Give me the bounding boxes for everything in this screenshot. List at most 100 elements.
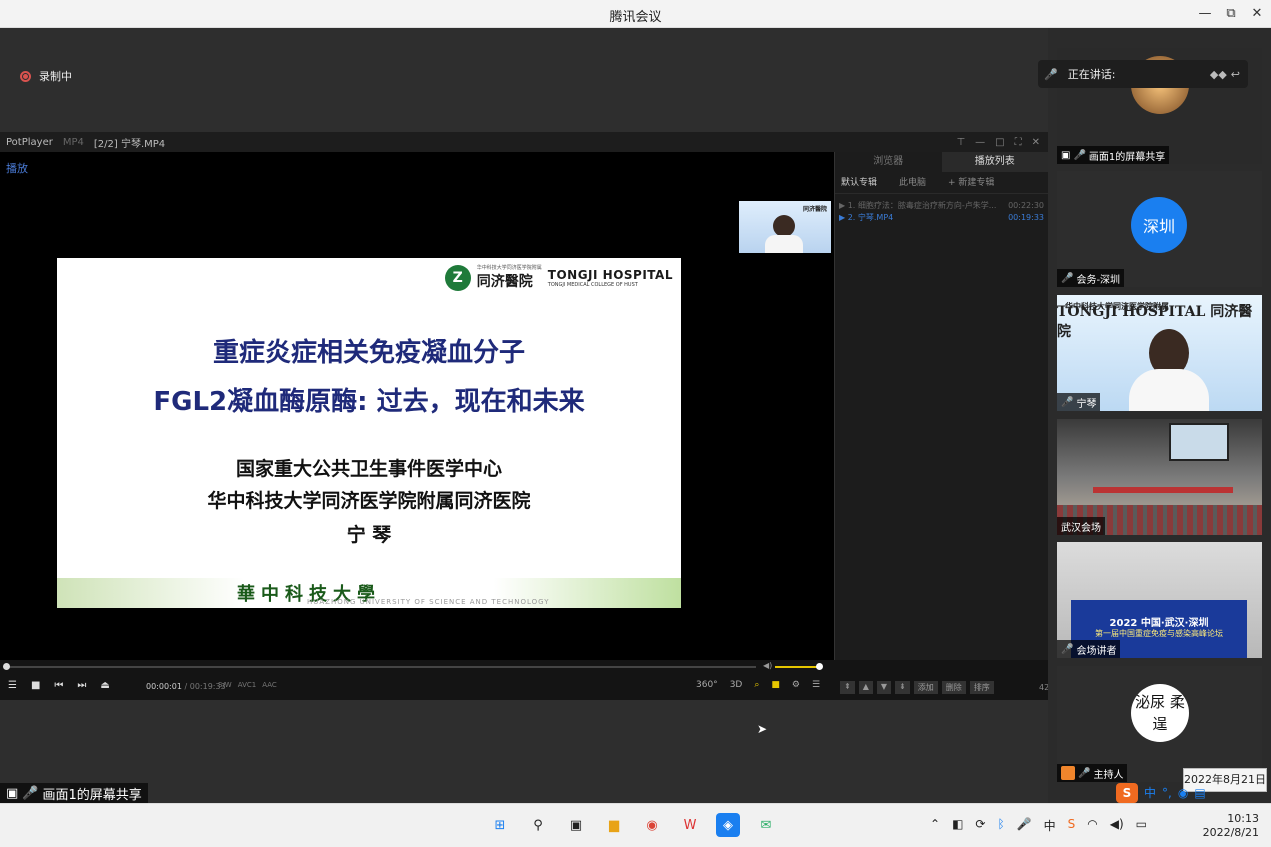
play-icon: ▶ [839,213,848,222]
hospital-sub: TONGJI MEDICAL COLLEGE OF HUST [547,281,638,288]
playlist-item[interactable]: ▶ 1. 细胞疗法：脓毒症治疗新方向-卢朱学... 00:22:30 [835,200,1048,212]
playlist-toggle-icon[interactable]: ☰ [812,680,820,690]
mic-icon: 🎤 [1061,643,1074,655]
participant-tile[interactable]: 深圳 🎤 会务-深圳 [1057,171,1262,287]
potplayer-menu[interactable]: PotPlayer [6,137,53,148]
playlist-item[interactable]: ▶ 2. 宁琴.MP4 00:19:33 [835,212,1048,224]
potplayer-window-controls[interactable]: ⊤ — □ ⛶ ✕ [956,137,1048,148]
speaker-body [765,235,803,253]
participant-tile[interactable]: 华中科技大学同济医学院附属 TONGJI HOSPITAL 同济醫院 🎤 宁琴 [1057,295,1262,411]
minimize-icon[interactable]: — [975,137,985,148]
speaker-pip-video[interactable]: 同济醫院 [739,201,831,253]
playlist-controls: ⇞ ▲ ▼ ⇟ 添加 删除 排序 42:11 [840,681,1062,694]
move-top-icon[interactable]: ⇞ [840,681,855,694]
participant-tile[interactable]: 武汉会场 [1057,419,1262,535]
previous-icon[interactable]: ⏮ [54,680,63,691]
settings-icon[interactable]: ⚙ [792,680,800,690]
venue-banner [1093,487,1233,493]
participant-tile[interactable]: 泌尿 柔逞 🎤 主持人 [1057,666,1262,782]
task-view-icon[interactable]: ▣ [564,813,588,837]
stop-icon[interactable]: ■ [31,680,40,691]
delete-button[interactable]: 删除 [941,681,966,694]
tray-app-icon[interactable]: ◧ [952,817,963,834]
potplayer-file: [2/2] 宁琴.MP4 [93,138,166,150]
person-icon [1061,766,1075,780]
potplayer-titlebar: PotPlayer MP4 [2/2] 宁琴.MP4 ⊤ — □ ⛶ ✕ [0,132,1048,152]
pin-icon[interactable]: ⊤ [956,137,965,148]
time-current: 00:00:01 [146,682,182,691]
sogou-icon[interactable]: S [1116,782,1138,803]
capture-icon[interactable]: ■ [771,680,780,690]
venue-screen [1169,423,1229,461]
mic-icon[interactable]: ◉ [1178,786,1188,800]
3d-button[interactable]: 3D [730,680,743,690]
restore-button[interactable]: ⧉ [1220,4,1242,24]
tab-playlist[interactable]: 播放列表 [941,152,1048,172]
move-bottom-icon[interactable]: ⇟ [895,681,910,694]
wps-icon[interactable]: W [678,813,702,837]
volume-icon[interactable]: ◀) [763,661,772,670]
minimize-button[interactable]: — [1194,4,1216,24]
volume-slider[interactable] [775,663,823,670]
maximize-icon[interactable]: □ [995,137,1004,148]
codec-video[interactable]: AVC1 [238,681,256,689]
move-down-icon[interactable]: ▼ [876,681,892,694]
sync-icon[interactable]: ⟳ [975,817,985,834]
taskbar: ⊞ ⚲ ▣ ▆ ◉ W ◈ ✉ ⌃ ◧ ⟳ ᛒ 🎤 中 S ◠ ◀) ▭ 10:… [0,803,1271,847]
tencent-meeting-icon[interactable]: ◈ [716,813,740,837]
speaking-label: 正在讲话: [1067,68,1116,81]
playlist-item-duration: 00:22:30 [1008,201,1044,210]
close-icon[interactable]: ✕ [1032,137,1040,148]
eject-icon[interactable]: ⏏ [100,680,109,691]
sort-button[interactable]: 排序 [969,681,994,694]
subtab-new-album[interactable]: + 新建专辑 [948,172,994,193]
pip-logo-text: 同济醫院 [802,206,827,213]
codec-hw[interactable]: S/W [218,681,232,689]
search-icon[interactable]: ⌕ [754,680,759,690]
vr360-button[interactable]: 360° [696,680,718,690]
recording-label: 录制中 [39,70,72,83]
subtab-this-pc[interactable]: 此电脑 [899,172,926,193]
fullscreen-icon[interactable]: ⛶ [1015,137,1022,148]
move-up-icon[interactable]: ▲ [858,681,873,694]
volume-icon[interactable]: ◀) [1110,817,1124,834]
participant-tile[interactable]: 2022 中国·武汉·深圳 第一届中国重症免疫与感染高峰论坛 🎤 会场讲者 [1057,542,1262,658]
ime-toolbar[interactable]: S 中 °, ◉ ▤ [1116,782,1206,803]
slide-title-1: 重症炎症相关免疫凝血分子 [212,338,525,368]
bluetooth-icon[interactable]: ᛒ [997,817,1004,834]
participant-name: 武汉会场 [1061,522,1101,534]
start-icon[interactable]: ⊞ [488,813,512,837]
screen-share-label: ▣ 🎤 画面1的屏幕共享 [0,783,148,803]
seek-bar[interactable] [3,663,756,670]
participant-name: 会务-深圳 [1076,274,1121,286]
subtab-default-album[interactable]: 默认专辑 [841,172,877,193]
file-explorer-icon[interactable]: ▆ [602,813,626,837]
keyboard-icon[interactable]: ▤ [1194,786,1205,800]
slide-footer: 華中科技大學 HUAZHONG UNIVERSITY OF SCIENCE AN… [57,578,681,608]
wifi-icon[interactable]: ◠ [1087,817,1097,834]
chevron-up-icon[interactable]: ⌃ [930,817,940,834]
next-icon[interactable]: ⏭ [77,680,86,691]
ime-icon[interactable]: 中 [1044,817,1056,834]
ime-mode[interactable]: 中 [1144,784,1156,801]
punctuation-icon[interactable]: °, [1162,786,1172,800]
search-icon[interactable]: ⚲ [526,813,550,837]
close-button[interactable]: ✕ [1246,4,1268,24]
speaking-controls[interactable]: ◆◆ ↩ [1210,68,1248,81]
battery-icon[interactable]: ▭ [1136,817,1147,834]
slide-org-1: 国家重大公共卫生事件医学中心 [235,458,502,480]
chrome-icon[interactable]: ◉ [640,813,664,837]
wechat-icon[interactable]: ✉ [754,813,778,837]
codec-audio[interactable]: AAC [262,681,277,689]
sogou-tray-icon[interactable]: S [1068,817,1076,834]
clock[interactable]: 10:13 2022/8/21 [1203,812,1259,840]
menu-icon[interactable]: ☰ [8,680,17,691]
speaker-head [773,215,795,237]
recording-indicator[interactable]: 录制中 [20,68,72,84]
tab-browser[interactable]: 浏览器 [835,152,942,172]
microphone-icon[interactable]: 🎤 [1017,817,1032,834]
potplayer-window: PotPlayer MP4 [2/2] 宁琴.MP4 ⊤ — □ ⛶ ✕ 播放 Z 华中… [0,132,1062,700]
bars-icon: ◆◆ [1209,67,1227,81]
hospital-logo: Z 华中科技大学同济医学院附属 同济醫院 TONGJI HOSPITAL TON… [444,264,673,291]
add-button[interactable]: 添加 [913,681,938,694]
